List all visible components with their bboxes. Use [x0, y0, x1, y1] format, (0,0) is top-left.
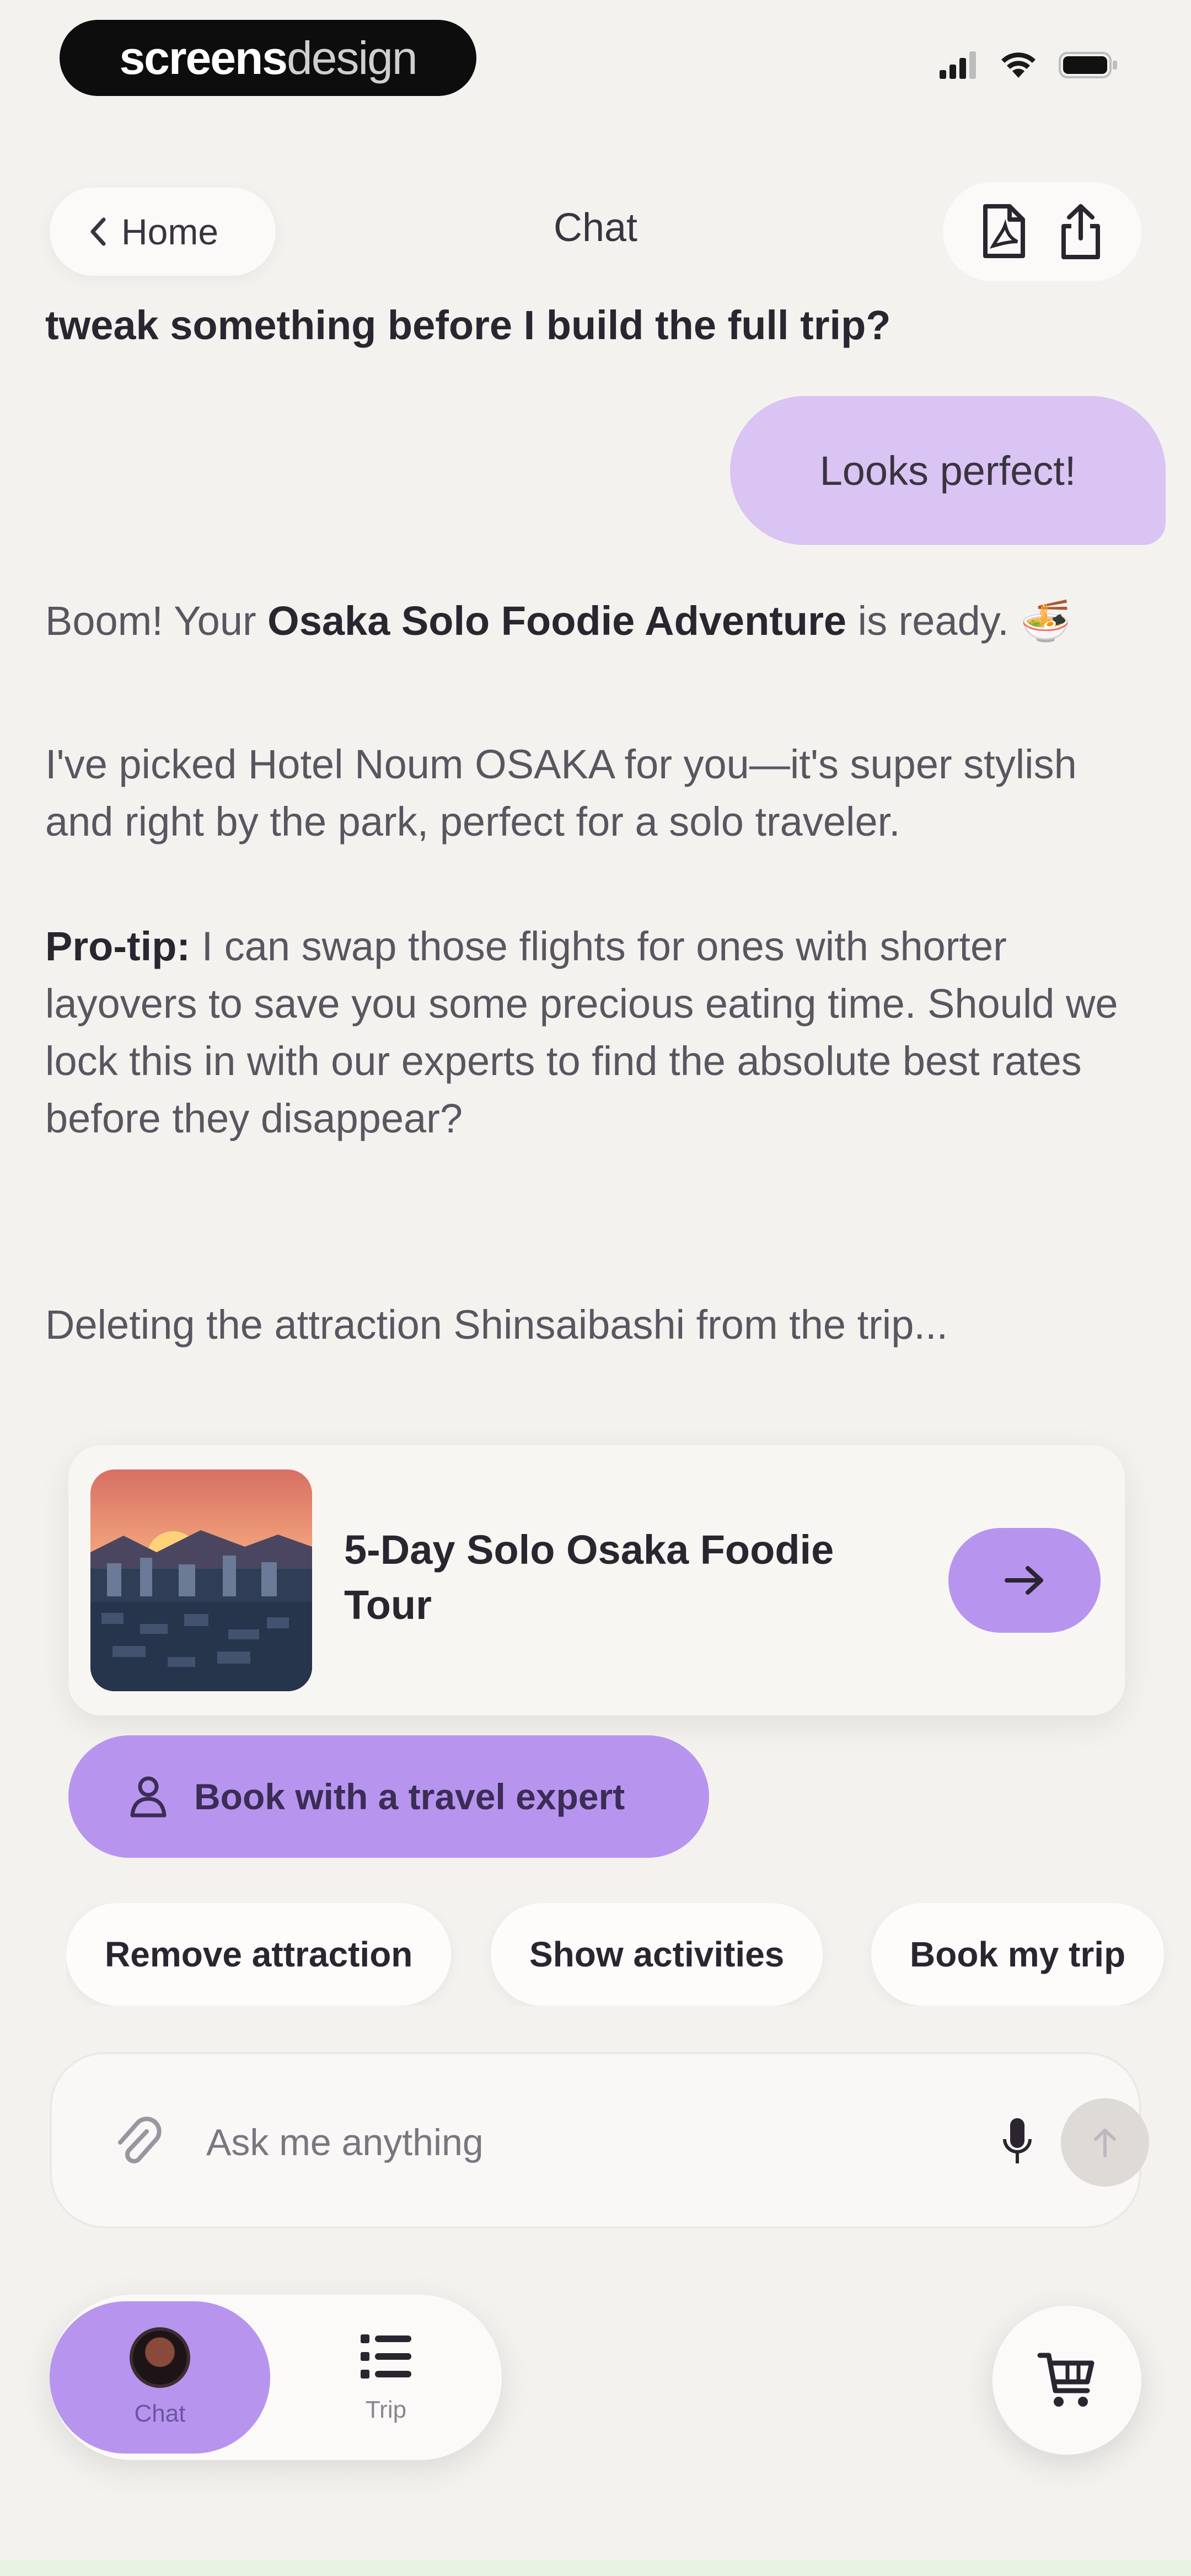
- tab-chat-label: Chat: [134, 2400, 186, 2427]
- assistant-p1-suffix: is ready. 🍜: [846, 598, 1071, 644]
- tab-trip-label: Trip: [365, 2396, 407, 2423]
- message-composer: [50, 2052, 1149, 2228]
- assistant-avatar: [130, 2327, 190, 2388]
- assistant-message-paragraph: I've picked Hotel Noum OSAKA for you—it'…: [45, 741, 1077, 845]
- suggestion-chips: Remove attraction Show activities Book m…: [66, 1903, 1191, 2006]
- cart-icon: [1037, 2353, 1095, 2407]
- arrow-right-icon: [1005, 1566, 1043, 1595]
- open-trip-button[interactable]: [948, 1528, 1101, 1633]
- user-message-bubble: Looks perfect!: [730, 396, 1166, 545]
- home-indicator: [0, 2559, 1191, 2576]
- trip-name-highlight: Osaka Solo Foodie Adventure: [267, 598, 847, 644]
- status-message: Deleting the attraction Shinsaibashi fro…: [45, 1302, 948, 1348]
- book-travel-expert-button[interactable]: Book with a travel expert: [68, 1735, 709, 1858]
- trip-card-title: 5-Day Solo Osaka Foodie Tour: [344, 1527, 834, 1628]
- arrow-up-icon: [1094, 2129, 1116, 2157]
- signal-icon: [940, 51, 976, 79]
- tab-chat[interactable]: Chat: [50, 2301, 270, 2454]
- wifi-icon: [1001, 52, 1036, 78]
- tab-trip[interactable]: Trip: [309, 2301, 463, 2454]
- status-icons: [940, 51, 1119, 79]
- bottom-tab-bar: Chat Trip: [50, 2295, 502, 2460]
- book-travel-expert-label: Book with a travel expert: [194, 1776, 625, 1817]
- brand-bold: screens: [119, 31, 288, 84]
- assistant-p1-prefix: Boom! Your: [45, 598, 268, 644]
- message-input[interactable]: [206, 2104, 940, 2181]
- chip-remove-attraction[interactable]: Remove attraction: [66, 1903, 452, 2006]
- header-actions: [943, 182, 1141, 281]
- chat-screen: screens design Home Chat tweak something…: [0, 0, 1191, 2576]
- chat-thread: tweak something before I build the full …: [45, 298, 1146, 353]
- chip-show-activities[interactable]: Show activities: [491, 1903, 823, 2006]
- paperclip-icon[interactable]: [112, 2115, 162, 2170]
- microphone-icon[interactable]: [998, 2114, 1037, 2169]
- share-icon[interactable]: [1056, 202, 1106, 261]
- assistant-message-paragraph: Pro-tip: I can swap those flights for on…: [45, 918, 1146, 1147]
- chip-book-my-trip[interactable]: Book my trip: [871, 1903, 1165, 2006]
- trip-card[interactable]: 5-Day Solo Osaka Foodie Tour: [68, 1445, 1125, 1715]
- send-button[interactable]: [1061, 2098, 1149, 2187]
- person-icon: [130, 1776, 167, 1818]
- brand-light: design: [287, 31, 418, 84]
- list-icon: [361, 2334, 411, 2379]
- assistant-message-tail: tweak something before I build the full …: [45, 302, 891, 348]
- trip-thumbnail-image: [90, 1469, 312, 1691]
- brand-watermark: screens design: [60, 20, 476, 96]
- battery-icon: [1059, 52, 1117, 78]
- assistant-message-paragraph: Boom! Your Osaka Solo Foodie Adventure i…: [45, 592, 1146, 650]
- pro-tip-label: Pro-tip:: [45, 923, 191, 969]
- pro-tip-text: I can swap those flights for ones with s…: [45, 923, 1118, 1141]
- cart-button[interactable]: [993, 2306, 1141, 2455]
- pdf-document-icon[interactable]: [979, 203, 1028, 260]
